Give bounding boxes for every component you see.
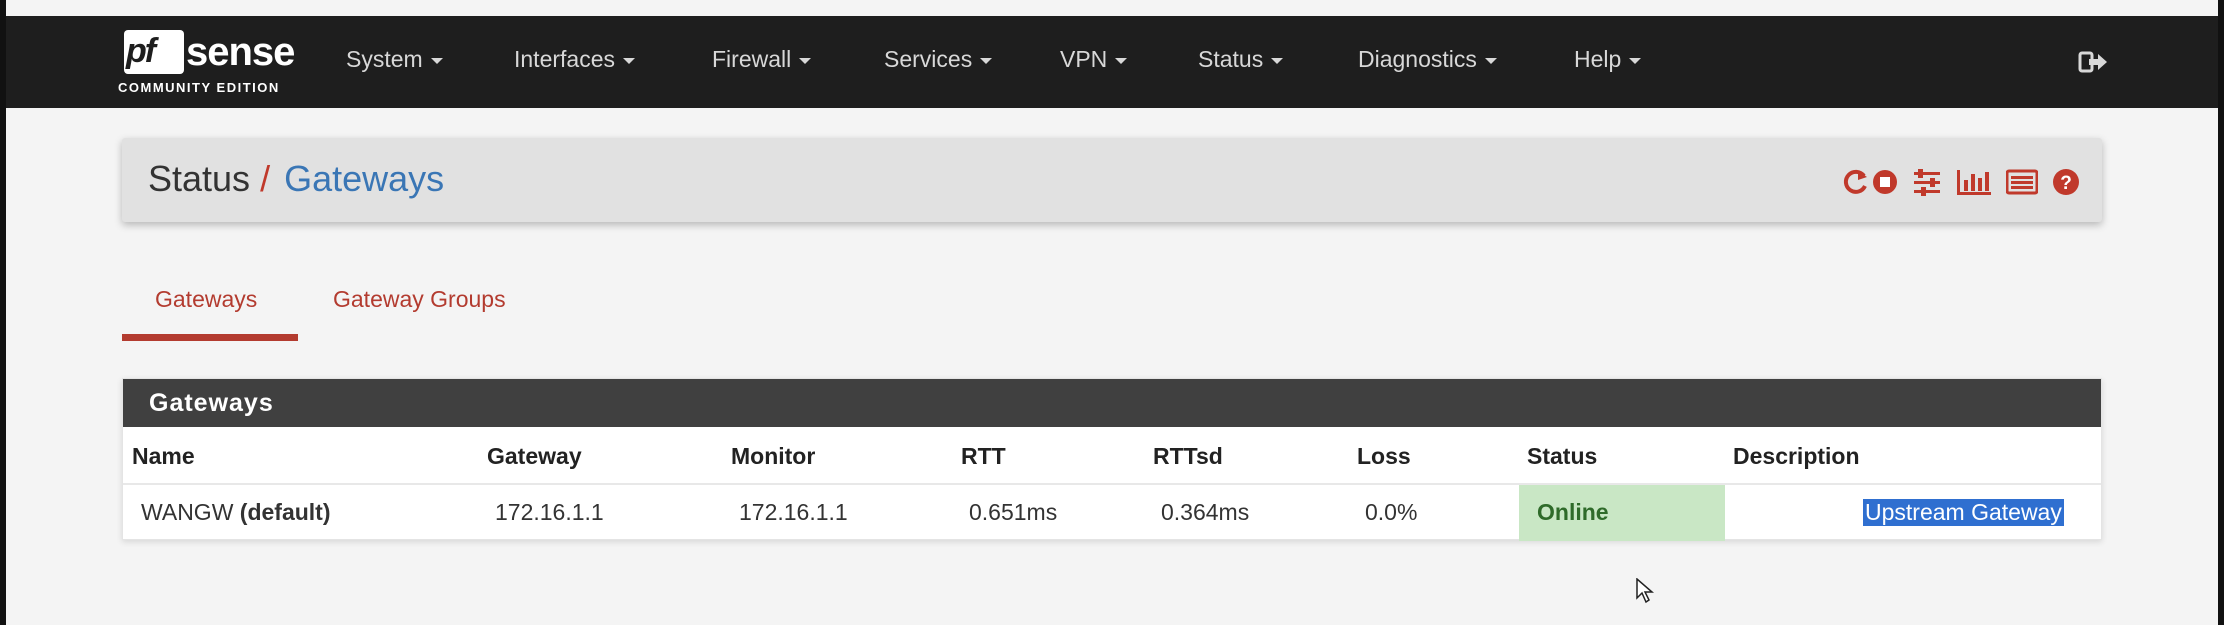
logout-icon[interactable]: [2078, 50, 2108, 74]
status-badge: Online: [1519, 485, 1725, 541]
breadcrumb-status[interactable]: Status: [148, 158, 250, 199]
col-loss: Loss: [1357, 443, 1411, 469]
cell-rttsd: 0.364ms: [1161, 499, 1250, 525]
status-text: Online: [1537, 499, 1609, 525]
gateways-panel: Gateways Name Gateway Monitor RTT RTTsd …: [122, 378, 2102, 541]
nav-services-label: Services: [884, 46, 973, 72]
nav-firewall-label: Firewall: [712, 46, 792, 72]
caret-down-icon: [1115, 57, 1128, 64]
nav-system-label: System: [346, 46, 423, 72]
col-gateway: Gateway: [487, 443, 582, 469]
tab-gateways[interactable]: Gateways: [155, 286, 257, 313]
cell-name: WANGW (default): [141, 499, 331, 526]
col-rttsd: RTTsd: [1153, 443, 1223, 469]
caret-down-icon: [980, 57, 993, 64]
top-navbar: pf sense COMMUNITY EDITION System Interf…: [6, 16, 2218, 108]
caret-down-icon: [623, 57, 635, 64]
reload-stop-icon[interactable]: [1840, 168, 1898, 196]
default-label: (default): [239, 499, 331, 525]
nav-firewall[interactable]: Firewall: [712, 46, 812, 73]
cell-loss: 0.0%: [1365, 499, 1418, 525]
panel-title: Gateways: [123, 379, 2101, 427]
nav-vpn-label: VPN: [1060, 46, 1108, 72]
breadcrumb-separator: /: [260, 158, 271, 199]
nav-help[interactable]: Help: [1574, 46, 1642, 73]
col-monitor: Monitor: [731, 443, 816, 469]
breadcrumb-panel: Status / Gateways ?: [122, 138, 2102, 222]
gateway-name: WANGW: [141, 499, 234, 525]
caret-down-icon: [430, 57, 443, 64]
table-divider: [123, 483, 2101, 485]
mouse-cursor-icon: [1636, 578, 1654, 604]
logo-edition-text: COMMUNITY EDITION: [118, 80, 280, 95]
nav-interfaces[interactable]: Interfaces: [514, 46, 635, 73]
log-icon[interactable]: [2006, 168, 2038, 196]
active-tab-indicator: [122, 334, 298, 341]
pfsense-logo[interactable]: pf sense COMMUNITY EDITION: [116, 30, 306, 100]
nav-services[interactable]: Services: [884, 46, 993, 73]
settings-icon[interactable]: [1912, 168, 1942, 196]
window-frame-right: [2218, 0, 2224, 625]
logo-sense-text: sense: [186, 30, 295, 74]
nav-diagnostics-label: Diagnostics: [1358, 46, 1477, 72]
nav-status-label: Status: [1198, 46, 1264, 72]
cell-monitor: 172.16.1.1: [739, 499, 848, 525]
cell-gateway: 172.16.1.1: [495, 499, 604, 525]
col-name: Name: [132, 443, 195, 469]
nav-interfaces-label: Interfaces: [514, 46, 615, 72]
cell-rtt: 0.651ms: [969, 499, 1058, 525]
tab-gateway-groups[interactable]: Gateway Groups: [333, 286, 506, 313]
caret-down-icon: [799, 57, 812, 64]
breadcrumb-gateways[interactable]: Gateways: [284, 158, 444, 199]
col-rtt: RTT: [961, 443, 1006, 469]
col-description: Description: [1733, 443, 1860, 469]
cell-description[interactable]: Upstream Gateway: [1863, 499, 2064, 526]
nav-diagnostics[interactable]: Diagnostics: [1358, 46, 1497, 73]
help-icon[interactable]: ?: [2052, 168, 2080, 196]
nav-vpn[interactable]: VPN: [1060, 46, 1128, 73]
logo-pf-text: pf: [126, 32, 156, 70]
nav-system[interactable]: System: [346, 46, 443, 73]
caret-down-icon: [1271, 57, 1284, 64]
caret-down-icon: [1629, 57, 1642, 64]
svg-text:?: ?: [2060, 173, 2072, 194]
nav-status[interactable]: Status: [1198, 46, 1284, 73]
breadcrumb: Status / Gateways: [148, 158, 444, 200]
nav-help-label: Help: [1574, 46, 1622, 72]
caret-down-icon: [1484, 57, 1497, 64]
chart-icon[interactable]: [1956, 168, 1992, 196]
col-status: Status: [1527, 443, 1598, 469]
breadcrumb-toolbar: ?: [1840, 168, 2080, 196]
